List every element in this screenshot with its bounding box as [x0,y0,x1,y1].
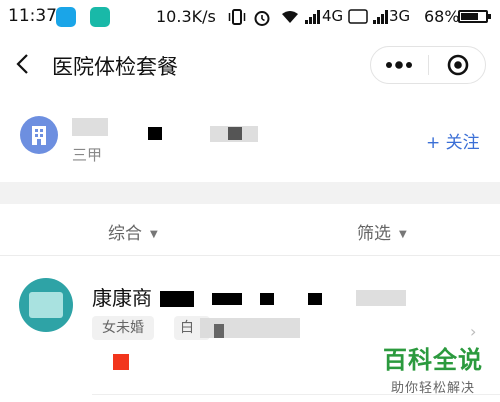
close-target-icon[interactable] [447,54,469,76]
sort-dropdown[interactable]: 综合 ▼ [108,219,158,244]
battery-icon [458,10,491,23]
mini-program-capsule [370,46,486,84]
network-type-primary: 4G [322,7,344,25]
hospital-card[interactable]: 三甲 + 关注 [0,96,500,182]
notification-app-icon [56,7,76,27]
hospital-logo [20,116,58,154]
caret-down-icon: ▼ [150,229,158,240]
caret-down-icon: ▼ [399,229,407,240]
network-type-secondary: 3G [389,7,411,25]
navigation-bar: 医院体检套餐 [0,34,500,96]
status-bar: 11:37 10.3K/s 4G 3G 68% [0,0,500,34]
redaction-block [160,291,194,307]
filter-bar: 综合 ▼ 筛选 ▼ [0,204,500,256]
red-marker [113,354,129,370]
hd-icon [348,9,368,24]
network-speed: 10.3K/s [156,7,216,26]
filter-dropdown[interactable]: 筛选 ▼ [357,219,407,244]
watermark-subtitle: 助你轻松解决 [390,381,475,396]
signal-secondary-icon [373,10,388,24]
capsule-divider [428,55,429,75]
hospital-level: 三甲 [72,146,103,164]
redacted-package-name [356,290,406,306]
status-time: 11:37 [8,6,57,26]
chevron-right-icon: › [470,322,477,341]
redaction-block [260,293,274,305]
redaction-block [308,293,322,305]
redacted-hospital-name [72,118,108,136]
sort-label: 综合 [108,224,142,244]
filter-label: 筛选 [357,224,391,244]
redaction-block [214,324,224,338]
watermark-logo: 百科全说 助你轻松解决 [376,340,490,396]
vibrate-icon [228,9,246,25]
more-dots-icon[interactable] [385,61,413,69]
signal-primary-icon [305,10,320,24]
battery-percent: 68% [424,7,460,26]
back-arrow-icon[interactable] [12,52,36,76]
watermark-title: 百科全说 [383,346,483,374]
package-thumbnail [19,278,73,332]
package-name: 康康商 [92,286,152,310]
hospital-building-icon [32,126,46,145]
follow-button[interactable]: + 关注 [426,128,480,153]
package-tag: 女未婚 [92,316,154,340]
redaction-block [212,293,242,305]
redaction-block [228,127,242,140]
alarm-icon [254,11,270,26]
page-title: 医院体检套餐 [52,55,178,79]
wifi-icon [282,11,298,23]
redaction-block [148,127,162,140]
notification-scan-icon [90,7,110,27]
